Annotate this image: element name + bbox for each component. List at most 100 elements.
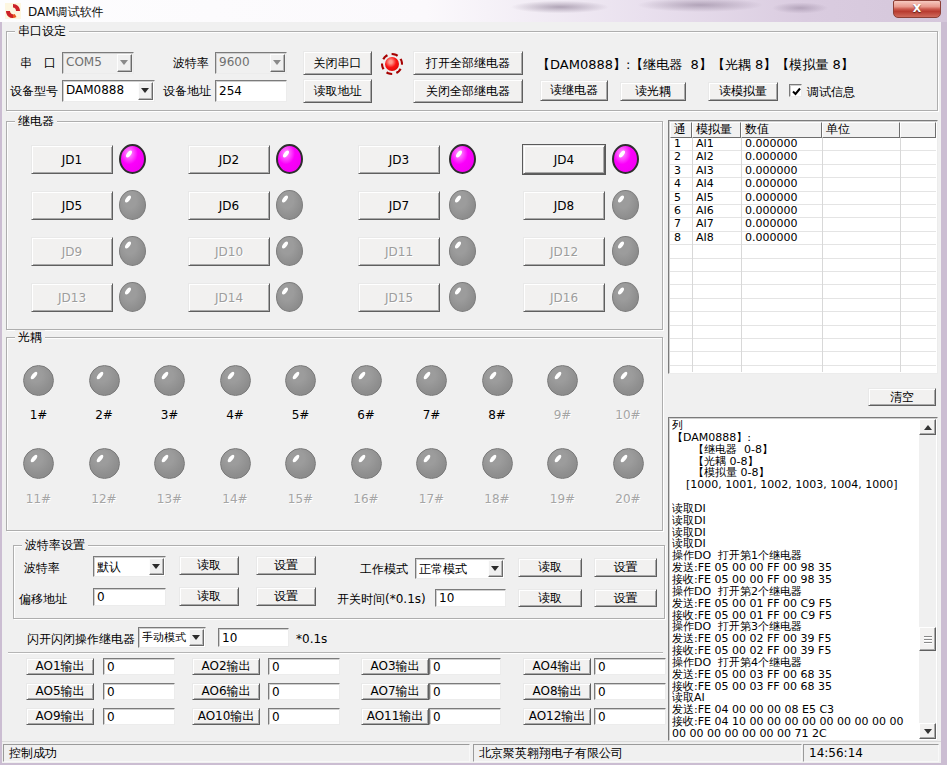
baud-set-combo-arrow[interactable]	[149, 558, 164, 575]
flash-mode-value: 手动模式	[142, 630, 189, 645]
table-row[interactable]	[670, 272, 936, 285]
model-combobox[interactable]: DAM0888	[62, 80, 155, 102]
close-all-relays-button[interactable]: 关闭全部继电器	[413, 79, 523, 103]
ao-output-input-3[interactable]: 0	[429, 658, 501, 675]
ao-output-input-12[interactable]: 0	[594, 708, 666, 725]
open-all-relays-button[interactable]: 打开全部继电器	[413, 51, 523, 75]
read-addr-button[interactable]: 读取地址	[303, 79, 372, 103]
ao-output-button-6[interactable]: AO6输出	[192, 683, 260, 700]
relay-led-jd7	[449, 190, 476, 220]
table-row[interactable]	[670, 326, 936, 339]
table-row[interactable]	[670, 299, 936, 312]
read-relays-button[interactable]: 读继电器	[540, 80, 608, 101]
table-row[interactable]	[670, 352, 936, 365]
table-row[interactable]	[670, 259, 936, 272]
table-gridline	[822, 138, 823, 372]
ao-output-input-2[interactable]: 0	[268, 658, 340, 675]
table-header-4[interactable]	[900, 122, 936, 138]
table-row[interactable]: 5AI50.000000	[670, 192, 936, 205]
relay-led-jd2	[276, 144, 303, 174]
table-row[interactable]: 6AI60.000000	[670, 205, 936, 218]
clear-button[interactable]: 清空	[868, 388, 936, 406]
offset-addr-input[interactable]: 0	[93, 588, 166, 606]
scroll-down-button[interactable]	[919, 723, 936, 739]
ao-output-button-4[interactable]: AO4输出	[523, 658, 591, 675]
port-combo-arrow[interactable]	[117, 54, 132, 72]
relay-button-jd5[interactable]: JD5	[31, 191, 113, 220]
ao-output-input-11[interactable]: 0	[429, 708, 501, 725]
table-row[interactable]	[670, 245, 936, 258]
ao-output-input-8[interactable]: 0	[594, 683, 666, 700]
ao-output-input-6[interactable]: 0	[268, 683, 340, 700]
ao-output-button-11[interactable]: AO11输出	[361, 708, 429, 725]
workmode-read-button[interactable]: 读取	[518, 558, 582, 577]
table-header-1[interactable]: 模拟量	[692, 122, 741, 138]
baud-set-button[interactable]: 设置	[256, 556, 316, 575]
ao-output-button-5[interactable]: AO5输出	[26, 683, 94, 700]
read-opto-button[interactable]: 读光耦	[620, 82, 686, 101]
close-button[interactable]: X	[893, 0, 941, 18]
log-text[interactable]: 列 【DAM0888】: 【继电器 0-8】 【光耦 0-8】 【模拟量 0-8…	[672, 420, 904, 738]
switch-set-button[interactable]: 设置	[594, 589, 657, 607]
ao-output-button-3[interactable]: AO3输出	[361, 658, 429, 675]
ao-output-input-10[interactable]: 0	[268, 708, 340, 725]
ao-output-button-9[interactable]: AO9输出	[26, 708, 94, 725]
ao-output-input-9[interactable]: 0	[103, 708, 175, 725]
read-analog-button[interactable]: 读模拟量	[708, 82, 778, 101]
ao-output-input-1[interactable]: 0	[103, 658, 175, 675]
relay-button-jd1[interactable]: JD1	[31, 145, 113, 174]
table-row[interactable]	[670, 339, 936, 352]
switch-time-input[interactable]: 10	[435, 589, 506, 607]
switch-read-button[interactable]: 读取	[518, 589, 582, 607]
flash-mode-combobox[interactable]: 手动模式	[138, 627, 206, 648]
offset-set-button[interactable]: 设置	[256, 587, 316, 606]
relay-button-jd4[interactable]: JD4	[523, 145, 605, 174]
ao-output-button-8[interactable]: AO8输出	[523, 683, 591, 700]
workmode-set-button[interactable]: 设置	[594, 558, 657, 577]
table-cell	[822, 218, 900, 230]
log-scrollbar[interactable]	[919, 419, 936, 739]
relay-button-jd3[interactable]: JD3	[358, 145, 440, 174]
ao-output-input-7[interactable]: 0	[429, 683, 501, 700]
ao-output-input-4[interactable]: 0	[594, 658, 666, 675]
table-header-3[interactable]: 单位	[822, 122, 900, 138]
table-row[interactable]	[670, 285, 936, 298]
table-row[interactable]: 4AI40.000000	[670, 178, 936, 191]
table-cell	[692, 245, 741, 257]
table-row[interactable]: 7AI70.000000	[670, 218, 936, 231]
scroll-up-button[interactable]	[919, 419, 936, 435]
relay-button-jd6[interactable]: JD6	[188, 191, 270, 220]
ao-output-button-10[interactable]: AO10输出	[192, 708, 260, 725]
relay-button-jd2[interactable]: JD2	[188, 145, 270, 174]
table-row[interactable]: 3AI30.000000	[670, 165, 936, 178]
device-addr-input[interactable]: 254	[215, 80, 287, 102]
model-combo-arrow[interactable]	[138, 82, 153, 100]
ao-output-input-5[interactable]: 0	[103, 683, 175, 700]
table-header-2[interactable]: 数值	[741, 122, 822, 138]
table-row[interactable]: 2AI20.000000	[670, 151, 936, 164]
ao-output-button-7[interactable]: AO7输出	[361, 683, 429, 700]
table-row[interactable]: 1AI10.000000	[670, 138, 936, 151]
ao-output-button-12[interactable]: AO12输出	[523, 708, 591, 725]
baud-set-combobox[interactable]: 默认	[93, 556, 166, 577]
table-header-0[interactable]: 通	[670, 122, 692, 138]
close-port-button[interactable]: 关闭串口	[303, 51, 372, 75]
baudrate-combobox[interactable]: 9600	[215, 52, 287, 74]
workmode-combobox[interactable]: 正常模式	[415, 558, 505, 579]
table-row[interactable]: 8AI80.000000	[670, 232, 936, 245]
baudrate-combo-arrow[interactable]	[270, 54, 285, 72]
scroll-thumb[interactable]	[919, 627, 936, 651]
workmode-combo-arrow[interactable]	[488, 560, 503, 577]
ao-output-button-2[interactable]: AO2输出	[192, 658, 260, 675]
table-row[interactable]	[670, 366, 936, 372]
flash-time-input[interactable]: 10	[218, 628, 289, 647]
baud-read-button[interactable]: 读取	[179, 556, 239, 575]
debug-info-checkbox[interactable]	[789, 84, 802, 97]
port-combobox[interactable]: COM5	[62, 52, 134, 74]
offset-read-button[interactable]: 读取	[179, 587, 239, 606]
table-row[interactable]	[670, 312, 936, 325]
ao-output-button-1[interactable]: AO1输出	[26, 658, 94, 675]
relay-button-jd7[interactable]: JD7	[358, 191, 440, 220]
relay-button-jd8[interactable]: JD8	[523, 191, 605, 220]
flash-mode-combo-arrow[interactable]	[189, 629, 204, 646]
